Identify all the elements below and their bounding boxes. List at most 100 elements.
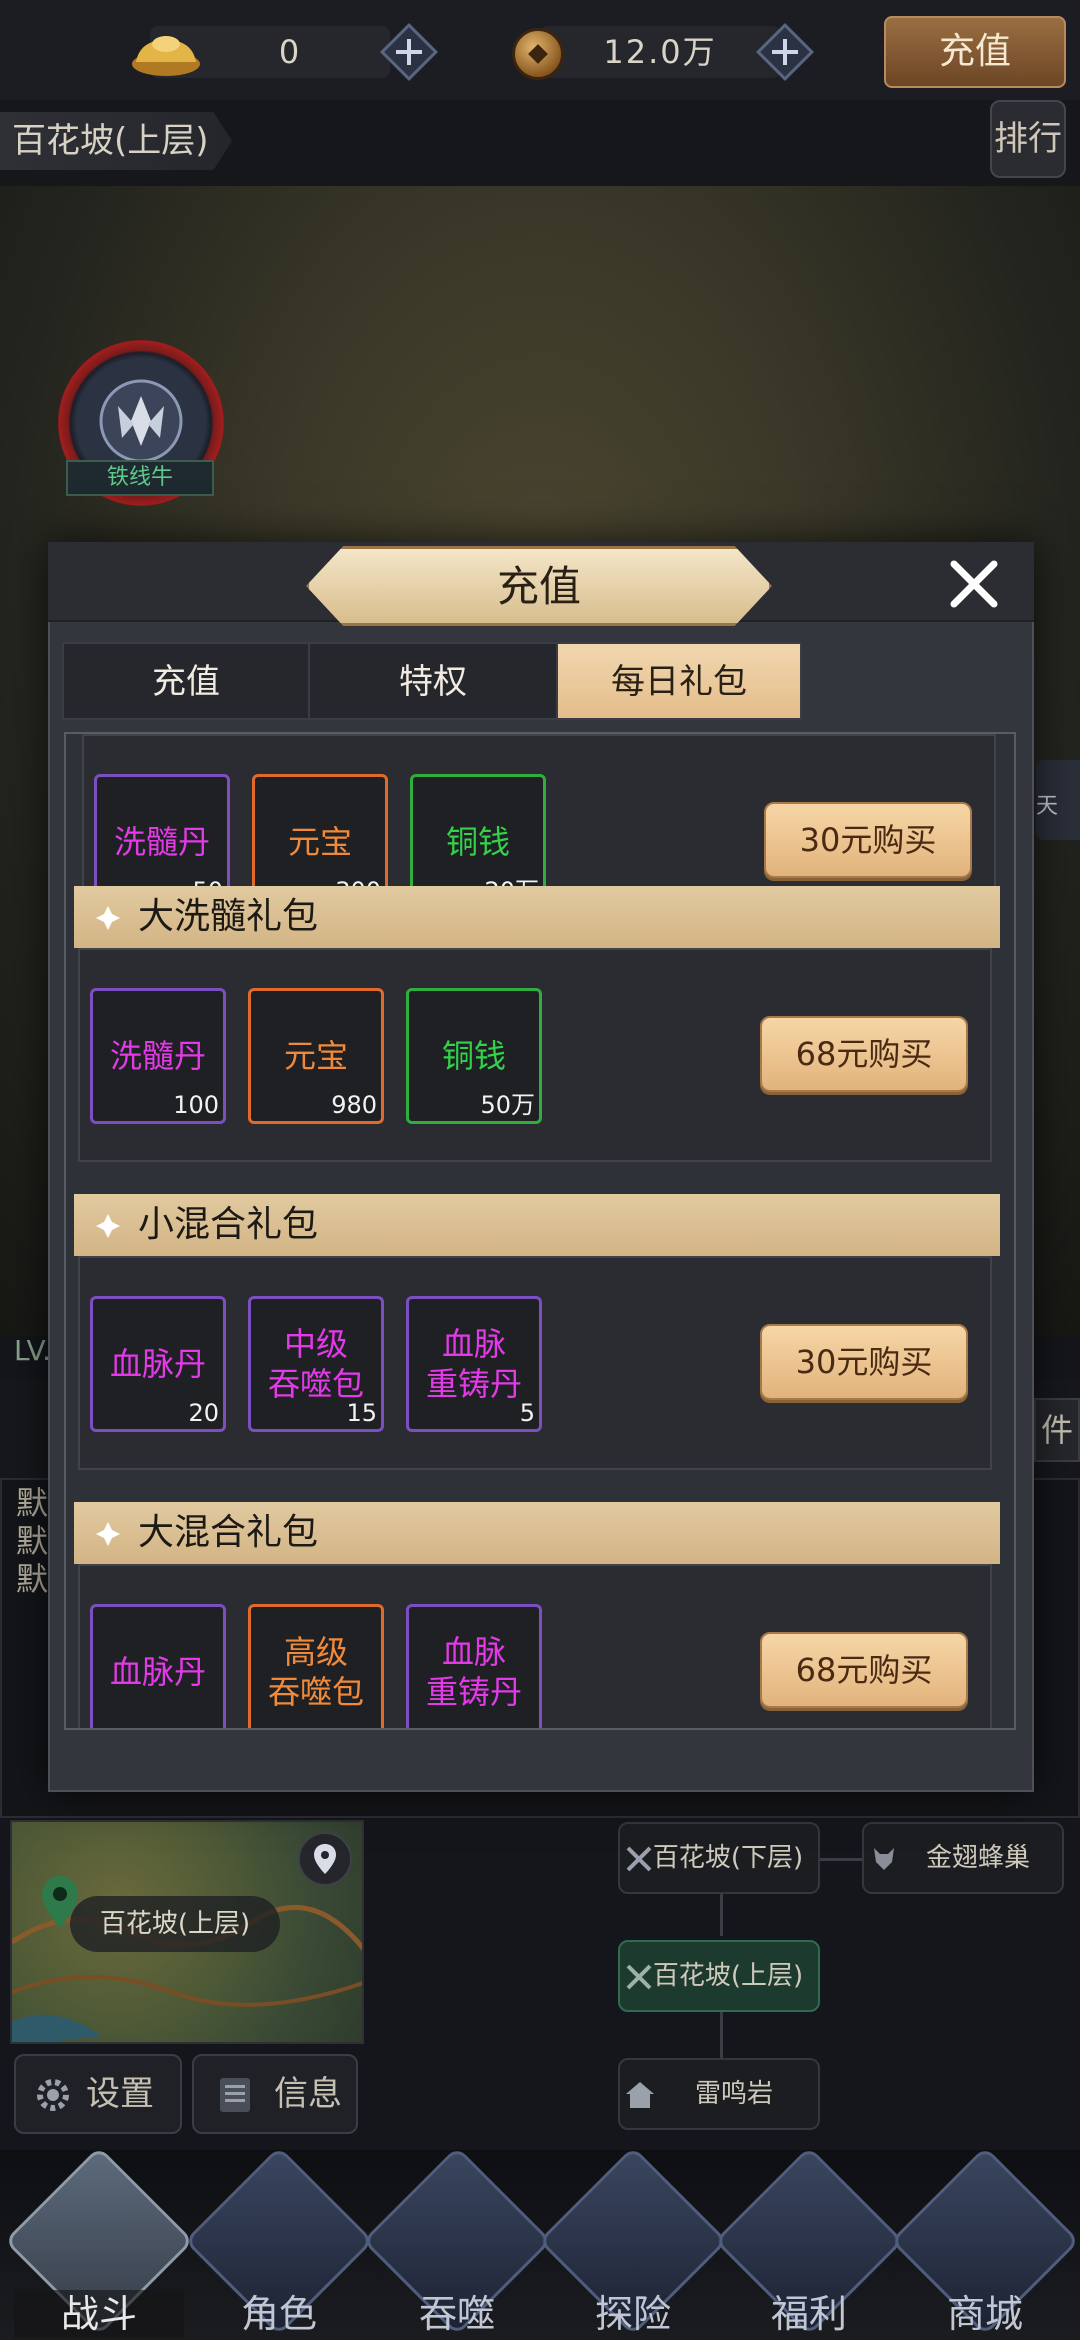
nav-battle[interactable]: 战斗 [4, 2146, 194, 2340]
pack-name: 大洗髓礼包 [138, 896, 319, 937]
gift-pack: 大洗髓礼包 洗髓丹 100 元宝 980 铜钱 50万 68元购买 [74, 886, 1000, 1166]
reward-item[interactable]: 血脉丹 20 [90, 1296, 226, 1432]
tab-privilege[interactable]: 特权 [308, 642, 558, 720]
gold-ingot-icon [132, 36, 200, 76]
nav-label: 吞噬 [418, 2292, 495, 2336]
reward-item[interactable]: 高级 吞噬包 [248, 1604, 384, 1728]
reward-item[interactable]: 铜钱 50万 [406, 988, 542, 1124]
route-node-label: 金翅蜂巢 [925, 1843, 1030, 1873]
item-quantity: 50万 [480, 1091, 535, 1119]
route-node-label: 百花坡(上层) [652, 1961, 804, 1991]
nav-welfare[interactable]: 福利 [714, 2146, 904, 2340]
item-quantity: 5 [519, 1399, 535, 1427]
pack-body: 血脉丹 高级 吞噬包 血脉 重铸丹 68元购买 [78, 1564, 992, 1728]
beast-emblem-icon [99, 379, 183, 463]
tab-recharge[interactable]: 充值 [62, 642, 310, 720]
crossed-swords-icon [626, 1846, 652, 1872]
gift-pack-list[interactable]: 洗髓丹 50 元宝 300 铜钱 20万 30元购买 大洗髓礼包 洗髓丹 [64, 732, 1016, 1730]
minimap-location-label: 百花坡(上层) [70, 1896, 280, 1952]
reward-item[interactable]: 血脉丹 [90, 1604, 226, 1728]
nav-label: 商城 [946, 2292, 1023, 2336]
settings-button[interactable]: 设置 [14, 2054, 182, 2134]
modal-title: 充值 [306, 546, 772, 626]
pack-title: 小混合礼包 [74, 1194, 1000, 1256]
reward-item[interactable]: 血脉 重铸丹 [406, 1604, 542, 1728]
item-label: 洗髓丹 [113, 823, 210, 861]
rank-button[interactable]: 排行 [990, 100, 1066, 178]
location-title: 百花坡(上层) [0, 112, 232, 170]
item-label: 元宝 [287, 823, 352, 861]
route-node-label: 百花坡(下层) [652, 1843, 804, 1873]
item-label: 血脉 重铸丹 [425, 1325, 522, 1403]
demon-skull-icon [874, 1848, 894, 1870]
info-label: 信息 [274, 2074, 342, 2114]
tab-daily-gift[interactable]: 每日礼包 [556, 642, 802, 720]
nav-label: 福利 [770, 2292, 847, 2336]
item-quantity: 15 [346, 1399, 377, 1427]
item-label: 血脉丹 [109, 1653, 206, 1691]
house-icon [626, 2082, 654, 2108]
location-icon [314, 1844, 336, 1874]
locate-button[interactable] [298, 1832, 352, 1886]
item-quantity: 100 [173, 1091, 219, 1119]
settings-label: 设置 [86, 2074, 154, 2114]
item-label: 血脉丹 [109, 1345, 206, 1383]
route-connector [818, 1858, 862, 1861]
item-label: 元宝 [283, 1037, 348, 1075]
daily-side-label: 天 [1036, 794, 1059, 819]
pack-body: 洗髓丹 100 元宝 980 铜钱 50万 68元购买 [78, 948, 992, 1162]
recharge-button[interactable]: 充值 [884, 16, 1066, 88]
nav-devour[interactable]: 吞噬 [362, 2146, 552, 2340]
nav-label: 探险 [594, 2292, 671, 2336]
reward-item[interactable]: 血脉 重铸丹 5 [406, 1296, 542, 1432]
gift-pack: 小混合礼包 血脉丹 20 中级 吞噬包 15 血脉 重铸丹 5 30元购买 [74, 1194, 1000, 1474]
buy-button[interactable]: 30元购买 [760, 1324, 968, 1400]
clover-icon [96, 906, 120, 930]
log-line: 默 [16, 1484, 49, 1522]
reward-item[interactable]: 洗髓丹 100 [90, 988, 226, 1124]
pack-title: 大混合礼包 [74, 1502, 1000, 1564]
clover-icon [96, 1214, 120, 1238]
buy-button[interactable]: 30元购买 [764, 802, 972, 878]
buy-button[interactable]: 68元购买 [760, 1632, 968, 1708]
item-label: 铜钱 [445, 823, 510, 861]
route-node-label: 雷鸣岩 [694, 2079, 773, 2109]
pack-name: 小混合礼包 [138, 1204, 319, 1245]
level-label: LV. [14, 1334, 51, 1367]
clover-icon [96, 1522, 120, 1546]
log-line: 默 [16, 1560, 49, 1598]
reward-item[interactable]: 中级 吞噬包 15 [248, 1296, 384, 1432]
item-label: 中级 吞噬包 [267, 1325, 364, 1403]
nav-label: 战斗 [14, 2290, 184, 2338]
copper-coin-icon [512, 28, 564, 80]
pack-name: 大混合礼包 [138, 1512, 319, 1553]
gift-pack: 大混合礼包 血脉丹 高级 吞噬包 血脉 重铸丹 68元购买 [74, 1502, 1000, 1728]
route-connector [720, 2012, 723, 2058]
close-icon[interactable] [946, 556, 1002, 612]
info-button[interactable]: 信息 [192, 2054, 358, 2134]
ingot-value: 0 [278, 33, 302, 71]
item-label: 洗髓丹 [109, 1037, 206, 1075]
document-icon [220, 2078, 250, 2112]
pack-body: 血脉丹 20 中级 吞噬包 15 血脉 重铸丹 5 30元购买 [78, 1256, 992, 1470]
item-label: 血脉 重铸丹 [425, 1633, 522, 1711]
crossed-swords-icon [626, 1964, 652, 1990]
item-quantity: 20 [188, 1399, 219, 1427]
monster-name: 铁线牛 [66, 460, 214, 496]
gear-icon [37, 2079, 69, 2111]
item-quantity: 980 [331, 1091, 377, 1119]
route-connector [720, 1894, 723, 1936]
add-coin-button[interactable] [754, 21, 816, 83]
item-label: 高级 吞噬包 [267, 1633, 364, 1711]
buy-button[interactable]: 68元购买 [760, 1016, 968, 1092]
add-ingot-button[interactable] [378, 21, 440, 83]
reward-item[interactable]: 元宝 980 [248, 988, 384, 1124]
item-label: 铜钱 [441, 1037, 506, 1075]
nav-character[interactable]: 角色 [184, 2146, 374, 2340]
nav-explore[interactable]: 探险 [538, 2146, 728, 2340]
nav-shop[interactable]: 商城 [890, 2146, 1080, 2340]
log-line: 默 [16, 1522, 49, 1560]
mail-side-button[interactable]: 件 [1034, 1398, 1080, 1462]
nav-label: 角色 [240, 2292, 317, 2336]
coin-value: 12.0万 [603, 33, 717, 71]
